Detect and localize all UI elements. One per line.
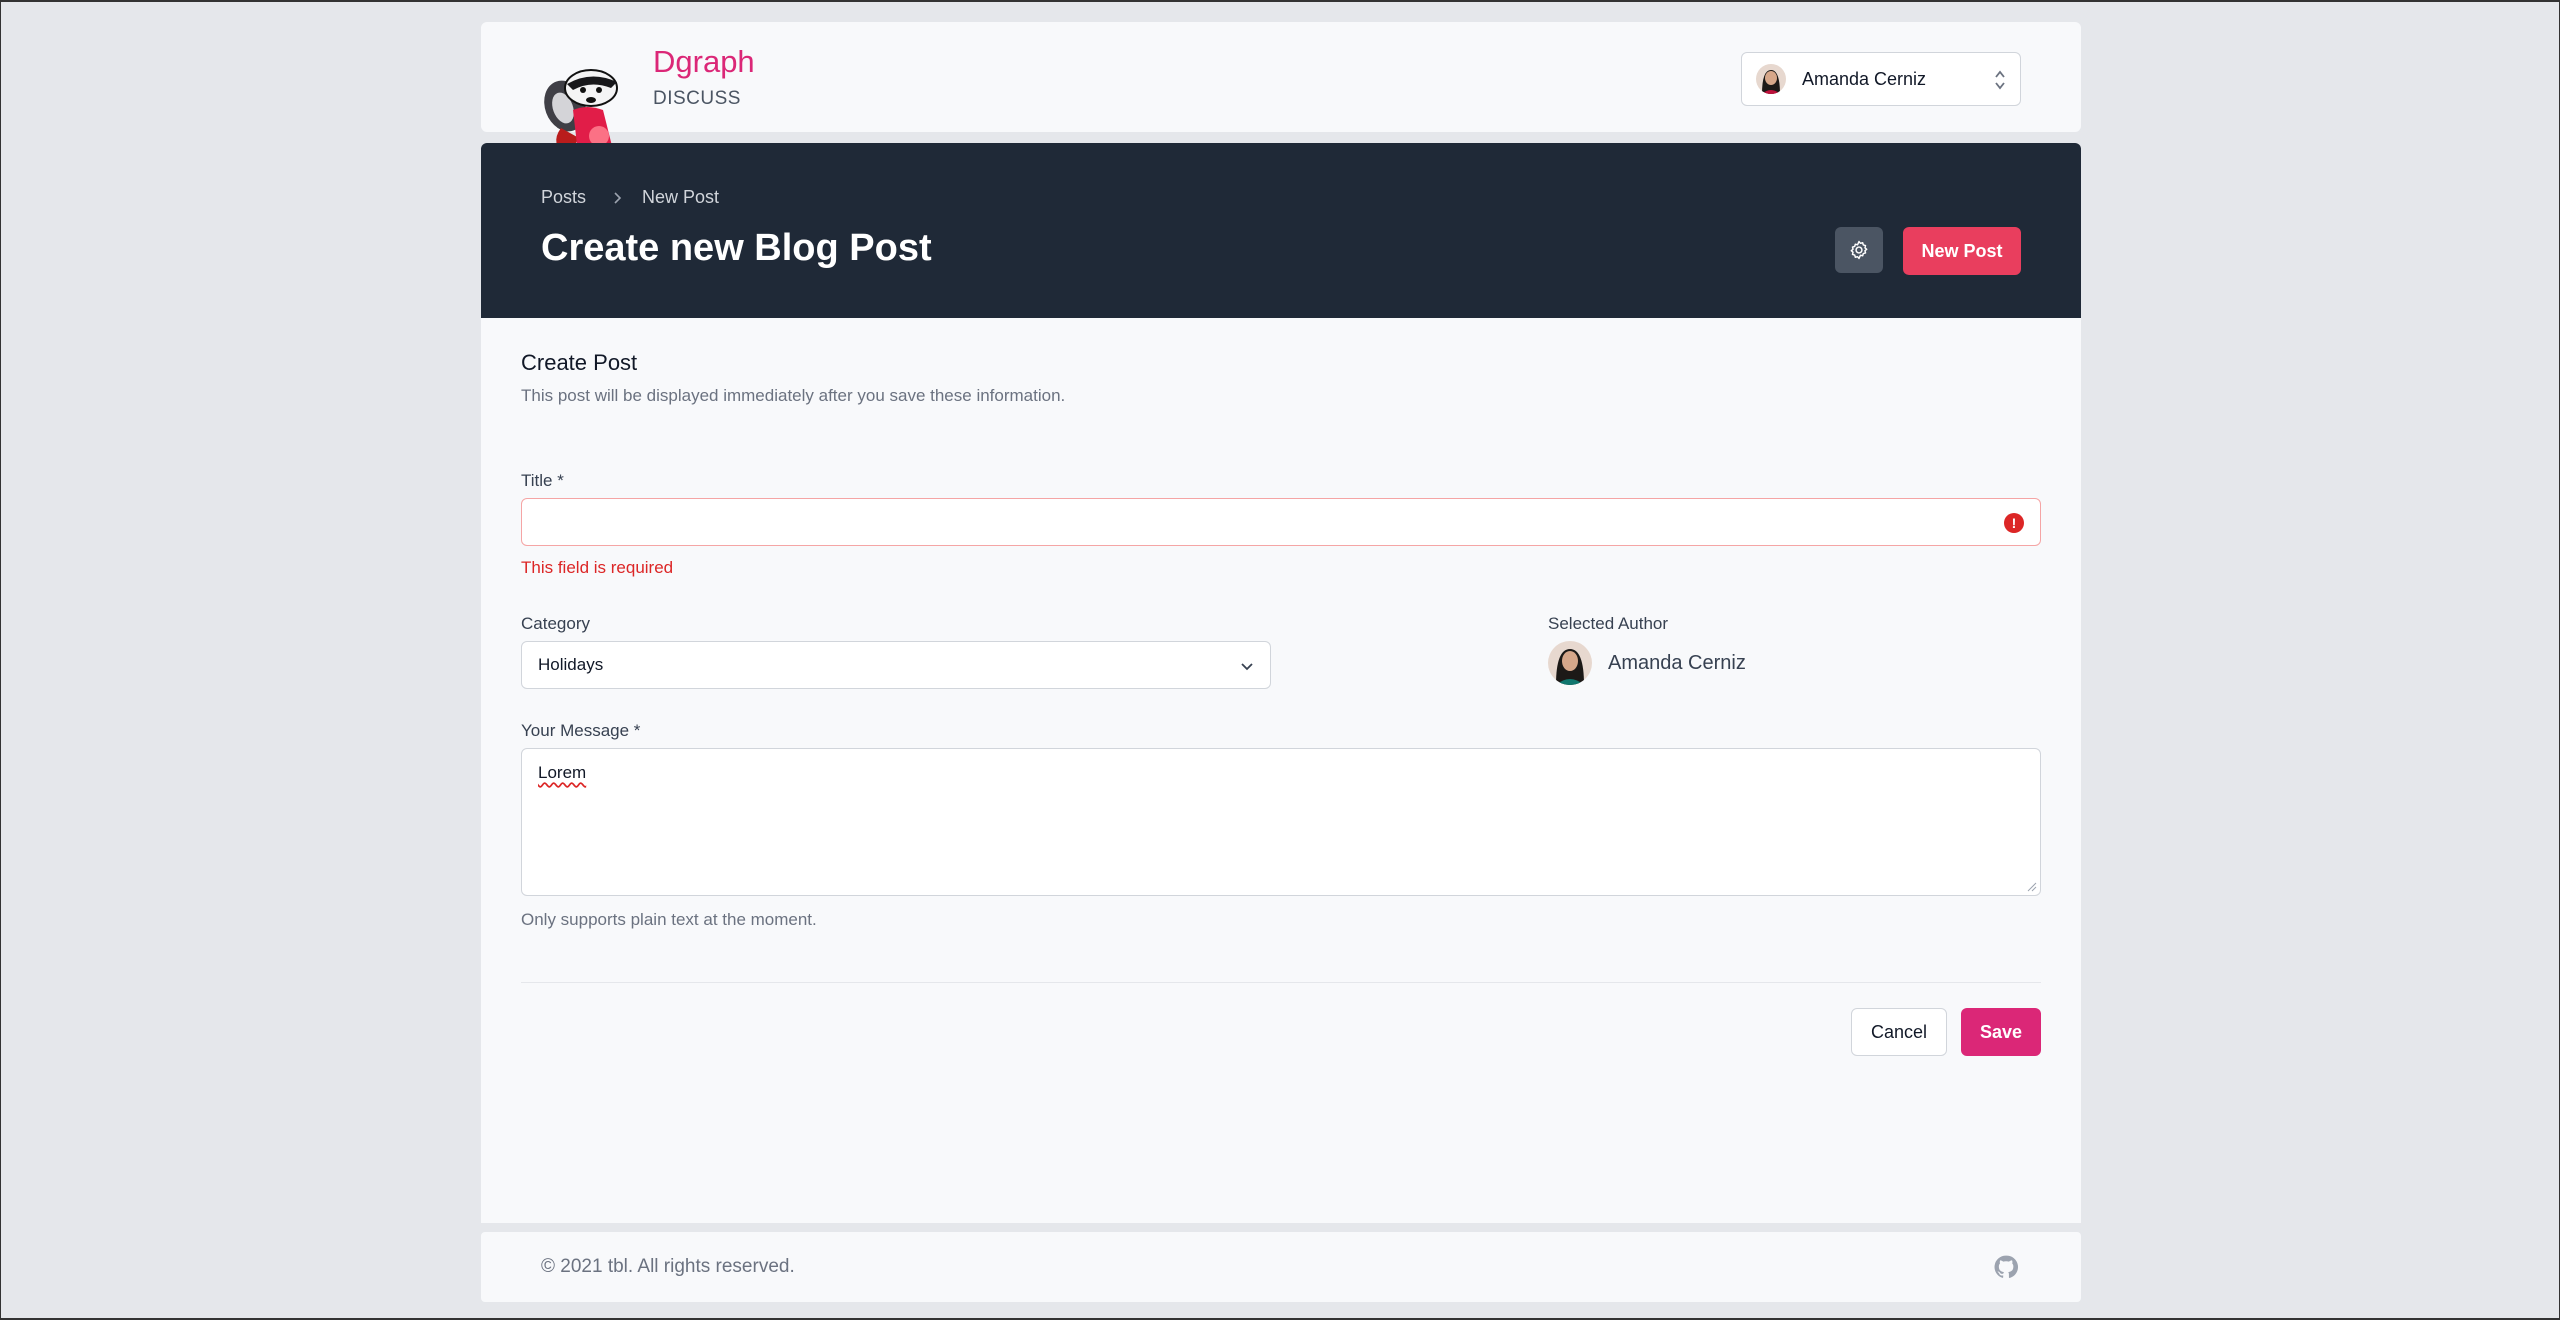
title-input[interactable] bbox=[522, 499, 2040, 545]
author-avatar bbox=[1548, 641, 1592, 685]
resize-handle-icon[interactable] bbox=[2027, 882, 2037, 892]
message-text: Lorem bbox=[538, 763, 587, 782]
page-title: Create new Blog Post bbox=[541, 227, 932, 269]
top-bar: Dgraph DISCUSS Amanda Cerniz bbox=[481, 22, 2081, 178]
save-button[interactable]: Save bbox=[1961, 1008, 2041, 1056]
chevron-right-icon bbox=[614, 191, 622, 204]
create-post-form: Create Post This post will be displayed … bbox=[481, 318, 2081, 1223]
brand-subtitle: DISCUSS bbox=[653, 88, 741, 109]
category-select[interactable]: Holidays bbox=[521, 641, 1271, 689]
title-error-message: This field is required bbox=[521, 558, 674, 577]
chevron-down-icon bbox=[1241, 663, 1253, 671]
divider bbox=[521, 982, 2041, 983]
selected-author: Amanda Cerniz bbox=[1548, 641, 1746, 685]
updown-chevron-icon bbox=[1995, 70, 2005, 90]
message-help-text: Only supports plain text at the moment. bbox=[521, 910, 817, 929]
new-post-button[interactable]: New Post bbox=[1903, 227, 2021, 275]
user-select[interactable]: Amanda Cerniz bbox=[1741, 52, 2021, 106]
error-icon: ! bbox=[2004, 513, 2024, 533]
section-description: This post will be displayed immediately … bbox=[521, 386, 1066, 405]
breadcrumb-new-post[interactable]: New Post bbox=[642, 187, 719, 208]
user-name: Amanda Cerniz bbox=[1802, 68, 1927, 89]
copyright-text: © 2021 tbl. All rights reserved. bbox=[541, 1256, 795, 1277]
title-field[interactable]: ! bbox=[521, 498, 2041, 546]
user-avatar bbox=[1756, 64, 1786, 94]
author-name: Amanda Cerniz bbox=[1608, 651, 1746, 674]
selected-author-label: Selected Author bbox=[1548, 614, 1669, 633]
category-value: Holidays bbox=[538, 655, 604, 674]
message-textarea[interactable]: Lorem bbox=[521, 748, 2041, 896]
section-title: Create Post bbox=[521, 350, 638, 375]
breadcrumb: Posts New Post bbox=[541, 187, 719, 208]
message-label: Your Message * bbox=[521, 721, 641, 740]
gear-icon bbox=[1850, 240, 1868, 260]
title-label: Title * bbox=[521, 471, 564, 490]
github-icon[interactable] bbox=[1993, 1254, 2019, 1280]
footer: © 2021 tbl. All rights reserved. bbox=[481, 1232, 2081, 1302]
category-label: Category bbox=[521, 614, 590, 633]
page-header: Posts New Post Create new Blog Post New … bbox=[481, 143, 2081, 318]
breadcrumb-posts[interactable]: Posts bbox=[541, 187, 586, 208]
settings-button[interactable] bbox=[1835, 227, 1883, 273]
brand-name[interactable]: Dgraph bbox=[653, 44, 755, 80]
cancel-button[interactable]: Cancel bbox=[1851, 1008, 1947, 1056]
